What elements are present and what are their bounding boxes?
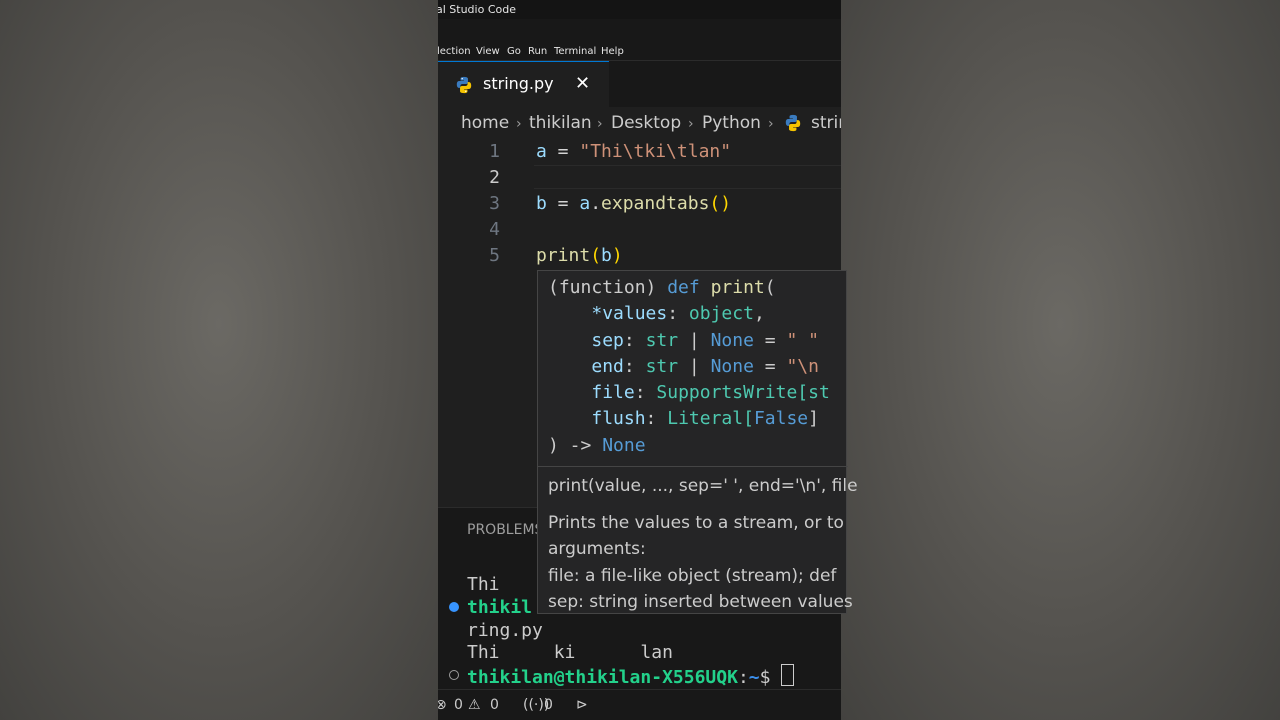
none-literal: None bbox=[710, 355, 754, 377]
token-paren: ( bbox=[590, 245, 602, 266]
line-number-active: 2 bbox=[489, 167, 500, 188]
command-status-ring bbox=[449, 670, 459, 680]
menu-terminal[interactable]: Terminal bbox=[554, 43, 596, 60]
breadcrumb-home[interactable]: home bbox=[461, 110, 509, 136]
error-icon: ⊗ bbox=[438, 697, 447, 713]
close-icon[interactable]: ✕ bbox=[575, 72, 590, 96]
token-var: b bbox=[601, 245, 612, 266]
token-var: b bbox=[536, 193, 547, 214]
line-number: 4 bbox=[489, 219, 500, 240]
chevron-right-icon: › bbox=[688, 116, 694, 132]
current-line-highlight bbox=[534, 165, 841, 189]
breadcrumb-python[interactable]: Python bbox=[702, 110, 761, 136]
doc-signature: print(value, ..., sep=' ', end='\n', fil… bbox=[548, 476, 858, 496]
token-function: expandtabs bbox=[601, 193, 710, 214]
token-op: = bbox=[546, 193, 580, 214]
chevron-right-icon: › bbox=[516, 116, 522, 132]
param-type: object bbox=[688, 303, 754, 325]
param-type: str bbox=[645, 355, 679, 377]
terminal-prompt-partial: thikil bbox=[467, 597, 533, 618]
doc-line: arguments: bbox=[548, 539, 646, 559]
prompt-user: thikilan@thikilan-X556UQK bbox=[467, 667, 738, 688]
token-dot: . bbox=[590, 193, 602, 214]
false-literal: False bbox=[753, 408, 809, 430]
line-number: 3 bbox=[489, 193, 500, 214]
chevron-right-icon: › bbox=[597, 116, 603, 132]
menu-bar: lection View Go Run Terminal Help bbox=[438, 43, 841, 61]
prompt-path: ~ bbox=[748, 667, 760, 688]
param-type: Literal[ bbox=[667, 408, 754, 430]
function-signature: (function) def print( *values: object, s… bbox=[548, 277, 830, 456]
code-line-5: print(b) bbox=[536, 243, 623, 269]
param-name: end bbox=[591, 355, 624, 377]
menu-help[interactable]: Help bbox=[601, 43, 624, 60]
command-status-dot bbox=[449, 602, 459, 612]
param-type: str bbox=[645, 329, 679, 351]
blurred-background-left bbox=[0, 0, 438, 720]
token-var: a bbox=[536, 141, 547, 162]
menu-run[interactable]: Run bbox=[528, 43, 547, 60]
param-name: *values bbox=[591, 303, 668, 325]
doc-line: file: a file-like object (stream); def bbox=[548, 566, 837, 586]
tab-label: string.py bbox=[483, 74, 554, 93]
python-icon bbox=[785, 114, 801, 132]
param-name: flush bbox=[591, 408, 646, 430]
menu-selection[interactable]: lection bbox=[438, 43, 471, 60]
editor-tab-bar: string.py ✕ bbox=[438, 61, 841, 107]
prompt-colon: : bbox=[737, 667, 749, 688]
title-bar: al Studio Code bbox=[438, 0, 841, 19]
ports-count[interactable]: 0 bbox=[544, 690, 553, 720]
def-keyword: def bbox=[667, 277, 700, 298]
return-type: None bbox=[602, 434, 646, 456]
breadcrumb-thikilan[interactable]: thikilan bbox=[529, 110, 592, 136]
sig-function-name: print bbox=[699, 277, 765, 298]
token-string: "Thi\tki\tlan" bbox=[579, 141, 732, 162]
menu-view[interactable]: View bbox=[476, 43, 500, 60]
breadcrumb: home › thikilan › Desktop › Python › str… bbox=[438, 110, 841, 136]
code-line-1: a = "Thi\tki\tlan" bbox=[536, 139, 731, 165]
token-function: print bbox=[536, 245, 591, 266]
param-default: " " bbox=[786, 329, 819, 351]
param-name: file bbox=[591, 382, 635, 404]
token-paren: ) bbox=[611, 245, 623, 266]
warning-icon: ⚠ bbox=[468, 697, 481, 713]
chevron-right-icon: › bbox=[768, 116, 774, 132]
line-number: 5 bbox=[489, 245, 500, 266]
param-default: "\n bbox=[786, 355, 819, 377]
hover-tooltip: (function) def print( *values: object, s… bbox=[537, 270, 858, 614]
tab-problems[interactable]: PROBLEMS bbox=[467, 520, 543, 540]
token-op: = bbox=[546, 141, 580, 162]
breadcrumb-file[interactable]: strin bbox=[811, 110, 841, 136]
window-title: al Studio Code bbox=[438, 3, 516, 16]
line-number: 1 bbox=[489, 141, 500, 162]
sig-close: ) -> bbox=[548, 434, 603, 456]
terminal-output-line: Thi bbox=[467, 574, 500, 595]
terminal-output-line: ring.py bbox=[467, 620, 543, 641]
terminal-cursor bbox=[781, 664, 795, 686]
doc-line: Prints the values to a stream, or to bbox=[548, 513, 844, 533]
param-type: SupportsWrite[st bbox=[656, 382, 830, 404]
title-spacer bbox=[438, 19, 841, 43]
doc-line: sep: string inserted between values bbox=[548, 592, 853, 612]
warning-count[interactable]: 0 bbox=[490, 690, 499, 720]
token-var: a bbox=[579, 193, 591, 214]
sig-prefix: (function) bbox=[548, 277, 668, 298]
terminal-prompt[interactable]: thikilan@thikilan-X556UQK:~$ bbox=[467, 664, 795, 689]
tooltip-divider bbox=[538, 466, 848, 467]
status-bar: ⊗ 0 ⚠ 0 ((·)) 0 ⊳ bbox=[438, 689, 841, 720]
breadcrumb-desktop[interactable]: Desktop bbox=[611, 110, 681, 136]
prompt-symbol: $ bbox=[759, 667, 782, 688]
param-name: sep bbox=[591, 329, 624, 351]
run-icon[interactable]: ⊳ bbox=[576, 690, 588, 720]
blurred-background-right bbox=[841, 0, 1280, 720]
python-icon bbox=[456, 76, 472, 94]
none-literal: None bbox=[710, 329, 754, 351]
terminal-output-line: Thi ki lan bbox=[467, 642, 673, 663]
tab-string-py[interactable]: string.py ✕ bbox=[438, 61, 609, 107]
error-count[interactable]: 0 bbox=[454, 690, 463, 720]
token-paren: () bbox=[709, 193, 732, 214]
menu-go[interactable]: Go bbox=[507, 43, 521, 60]
sig-paren: ( bbox=[764, 277, 776, 298]
code-line-3: b = a.expandtabs() bbox=[536, 191, 731, 217]
